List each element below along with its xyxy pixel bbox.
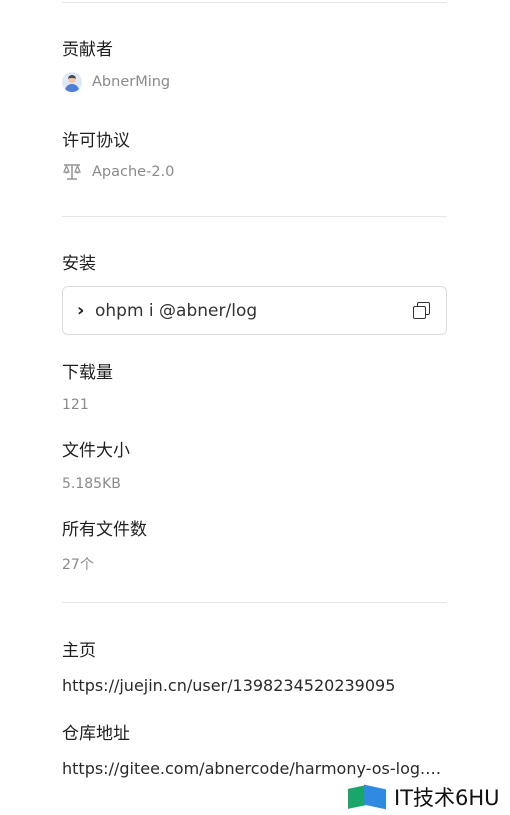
section-divider-1 [62, 216, 447, 217]
brand-text: IT技术6HU [394, 786, 500, 810]
repository-label: 仓库地址 [62, 724, 130, 744]
install-command-box[interactable]: › ohpm i @abner/log [62, 286, 447, 335]
file-count-value: 27个 [62, 557, 94, 573]
brand-logo-icon [348, 784, 388, 810]
scales-icon [63, 164, 81, 180]
homepage-label: 主页 [62, 641, 96, 661]
copy-icon[interactable] [412, 301, 432, 321]
package-info-panel: 贡献者 AbnerMing 许可协议 Apache-2.0 安装 › ohpm … [0, 0, 510, 815]
file-size-value: 5.185KB [62, 476, 121, 492]
top-divider [62, 2, 447, 3]
downloads-label: 下载量 [62, 363, 113, 383]
license-label: 许可协议 [62, 131, 130, 151]
install-label: 安装 [62, 254, 96, 274]
contributors-label: 贡献者 [62, 40, 113, 60]
license-row: Apache-2.0 [62, 162, 174, 182]
contributor-name[interactable]: AbnerMing [92, 74, 170, 90]
install-command[interactable]: ohpm i @abner/log [95, 301, 412, 321]
license-value: Apache-2.0 [92, 164, 175, 180]
brand-watermark: IT技术6HU [348, 782, 500, 812]
section-divider-2 [62, 602, 447, 603]
user-avatar-icon [62, 72, 82, 92]
file-size-label: 文件大小 [62, 441, 130, 461]
homepage-link[interactable]: https://juejin.cn/user/1398234520239095 [62, 676, 447, 695]
downloads-value: 121 [62, 397, 89, 413]
repository-link[interactable]: https://gitee.com/abnercode/harmony-os-l… [62, 759, 447, 778]
chevron-right-icon: › [77, 300, 85, 321]
contributor-row[interactable]: AbnerMing [62, 72, 170, 92]
file-count-label: 所有文件数 [62, 520, 147, 540]
